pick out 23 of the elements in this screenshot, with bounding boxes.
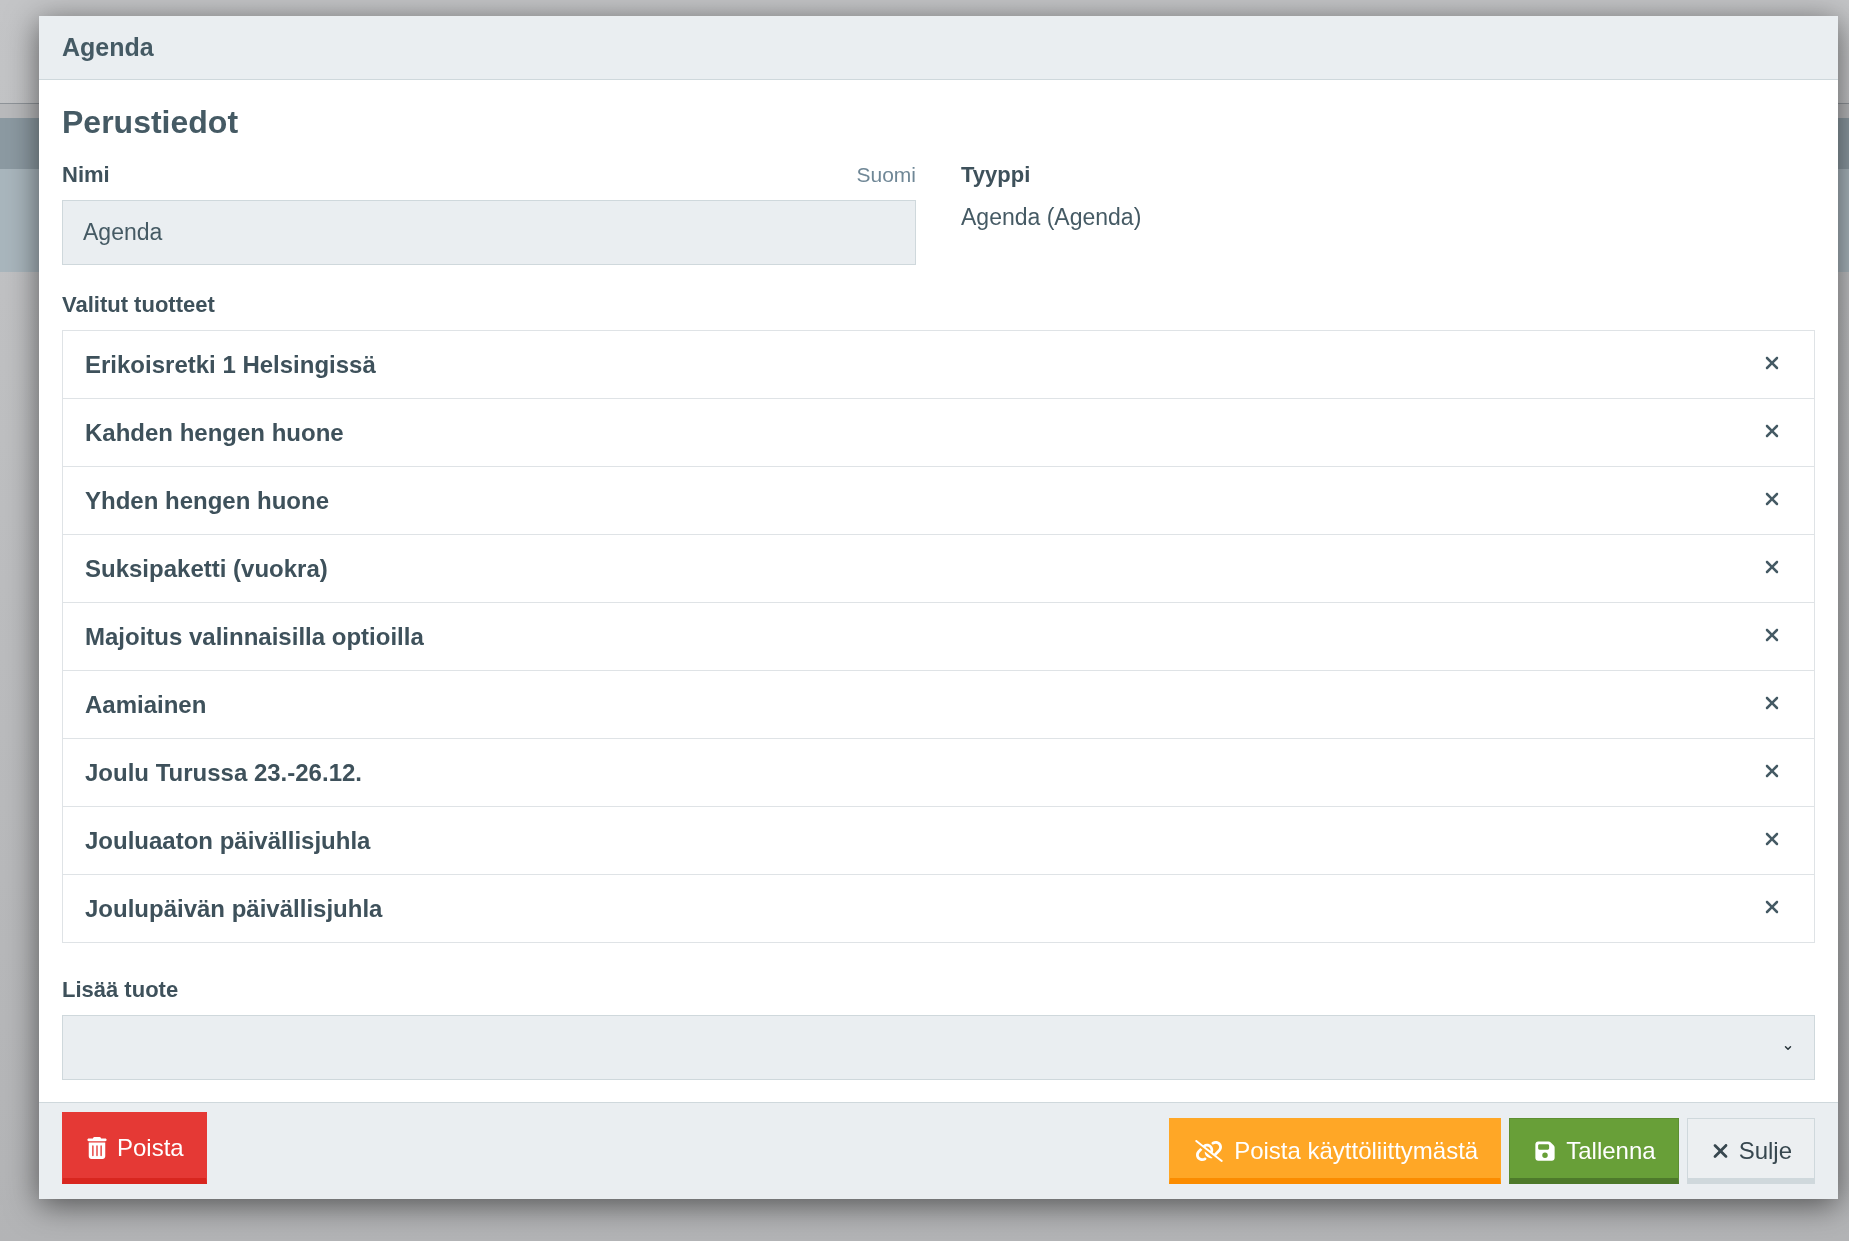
product-name: Joulupäivän päivällisjuhla	[85, 894, 383, 923]
save-button[interactable]: Tallenna	[1509, 1118, 1679, 1184]
broken-link-icon	[1194, 1140, 1225, 1162]
name-input[interactable]: Agenda	[62, 200, 916, 265]
delete-button[interactable]: Poista	[62, 1112, 207, 1184]
product-name: Yhden hengen huone	[85, 486, 329, 515]
trash-icon	[87, 1137, 107, 1159]
dialog-title: Agenda	[62, 33, 154, 62]
product-name: Erikoisretki 1 Helsingissä	[85, 350, 376, 379]
field-label: Nimi	[62, 161, 110, 189]
product-name: Aamiainen	[85, 690, 207, 719]
field-label: Lisää tuote	[62, 976, 180, 1004]
product-name: Suksipaketti (vuokra)	[85, 554, 328, 583]
section-heading: Perustiedot	[62, 103, 240, 142]
close-button[interactable]: Sulje	[1686, 1118, 1815, 1184]
product-name: Majoitus valinnaisilla optioilla	[85, 622, 424, 651]
language-label: Suomi	[856, 163, 916, 187]
field-value: Agenda (Agenda)	[961, 203, 1143, 232]
field-label: Valitut tuotteet	[62, 291, 216, 319]
product-name: Jouluaaton päivällisjuhla	[85, 826, 371, 855]
field-label: Tyyppi	[961, 161, 1031, 189]
product-name: Kahden hengen huone	[85, 418, 344, 447]
product-name: Joulu Turussa 23.-26.12.	[85, 758, 362, 787]
